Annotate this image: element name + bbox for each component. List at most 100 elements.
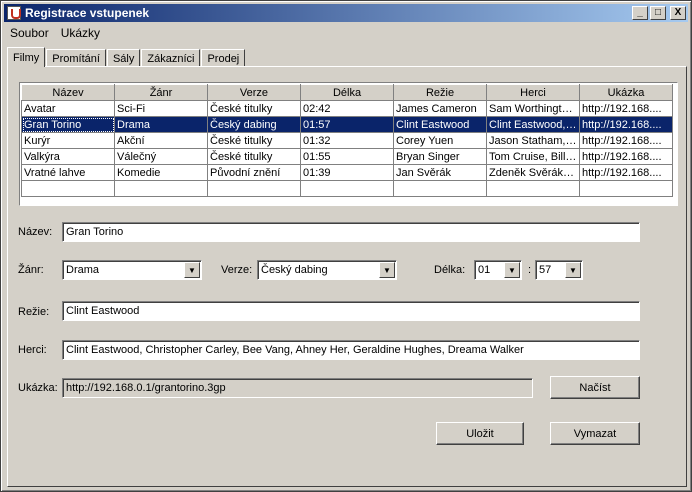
column-header-ukazka[interactable]: Ukázka — [579, 84, 673, 101]
table-cell[interactable]: 01:55 — [300, 148, 394, 165]
table-cell[interactable]: Zdeněk Svěrák, ... — [486, 164, 580, 181]
version-combo[interactable]: Český dabing ▼ — [257, 260, 397, 280]
tab-filmy[interactable]: Filmy — [7, 47, 46, 67]
tab-prodej[interactable]: Prodej — [201, 49, 246, 67]
length-hours-value: 01 — [478, 264, 491, 276]
genre-combo[interactable]: Drama ▼ — [62, 260, 202, 280]
app-window: Registrace vstupenek _ □ X Soubor Ukázky… — [0, 0, 692, 492]
table-cell[interactable]: Jason Statham, ... — [486, 132, 580, 149]
save-button[interactable]: Uložit — [436, 422, 524, 445]
table-cell[interactable] — [21, 180, 115, 197]
table-cell[interactable]: Clint Eastwood, ... — [486, 116, 580, 133]
menu-bar: Soubor Ukázky — [4, 23, 106, 42]
name-label: Název: — [18, 226, 53, 238]
minimize-button[interactable]: _ — [632, 6, 648, 20]
table-cell[interactable]: Vratné lahve — [21, 164, 115, 181]
column-header-herci[interactable]: Herci — [486, 84, 580, 101]
table-cell[interactable]: Původní znění — [207, 164, 301, 181]
table-cell[interactable]: James Cameron — [393, 100, 487, 117]
name-field[interactable]: Gran Torino — [62, 222, 640, 242]
table-cell[interactable]: Clint Eastwood — [393, 116, 487, 133]
trailer-label: Ukázka: — [18, 382, 58, 394]
actors-field[interactable]: Clint Eastwood, Christopher Carley, Bee … — [62, 340, 640, 360]
table-cell[interactable] — [300, 180, 394, 197]
tab-promitani[interactable]: Promítání — [46, 49, 106, 67]
table-cell[interactable]: Sam Worthington... — [486, 100, 580, 117]
table-cell[interactable]: Válečný — [114, 148, 208, 165]
length-label: Délka: — [434, 264, 466, 276]
director-label: Režie: — [18, 306, 50, 318]
table-cell[interactable]: Akční — [114, 132, 208, 149]
menu-ukazky[interactable]: Ukázky — [55, 26, 106, 40]
maximize-button[interactable]: □ — [650, 6, 666, 20]
close-button[interactable]: X — [670, 6, 686, 20]
column-header-rezie[interactable]: Režie — [393, 84, 487, 101]
films-table: Název Žánr Verze Délka Režie Herci Ukázk… — [21, 84, 673, 197]
table-cell[interactable]: Gran Torino — [21, 116, 115, 133]
tab-zakaznici[interactable]: Zákazníci — [141, 49, 201, 67]
director-field[interactable]: Clint Eastwood — [62, 301, 640, 321]
table-cell[interactable]: Český dabing — [207, 116, 301, 133]
actors-label: Herci: — [18, 344, 47, 356]
films-panel: Název Žánr Verze Délka Režie Herci Ukázk… — [7, 66, 687, 487]
table-cell[interactable]: http://192.168.... — [579, 116, 673, 133]
table-row[interactable]: Kurýr Akční České titulky 01:32 Corey Yu… — [21, 132, 673, 149]
table-row[interactable]: Avatar Sci-Fi České titulky 02:42 James … — [21, 100, 673, 117]
chevron-down-icon[interactable]: ▼ — [184, 262, 200, 278]
chevron-down-icon[interactable]: ▼ — [379, 262, 395, 278]
table-cell[interactable] — [393, 180, 487, 197]
version-label: Verze: — [221, 264, 253, 276]
column-header-nazev[interactable]: Název — [21, 84, 115, 101]
menu-soubor[interactable]: Soubor — [4, 26, 55, 40]
column-header-delka[interactable]: Délka — [300, 84, 394, 101]
table-cell[interactable]: Drama — [114, 116, 208, 133]
tab-strip: Filmy Promítání Sály Zákazníci Prodej — [7, 47, 246, 67]
genre-label: Žánr: — [18, 264, 44, 276]
table-cell[interactable]: České titulky — [207, 100, 301, 117]
table-cell[interactable] — [486, 180, 580, 197]
table-cell[interactable]: http://192.168.... — [579, 132, 673, 149]
table-row-empty[interactable] — [21, 180, 673, 197]
clear-button[interactable]: Vymazat — [550, 422, 640, 445]
table-cell[interactable]: Avatar — [21, 100, 115, 117]
title-bar[interactable]: Registrace vstupenek _ □ X — [4, 4, 688, 22]
table-header-row: Název Žánr Verze Délka Režie Herci Ukázk… — [21, 84, 673, 101]
genre-value: Drama — [66, 264, 100, 276]
table-cell[interactable]: http://192.168.... — [579, 164, 673, 181]
table-row-selected[interactable]: Gran Torino Drama Český dabing 01:57 Cli… — [21, 116, 673, 133]
chevron-down-icon[interactable]: ▼ — [565, 262, 581, 278]
table-cell[interactable]: Kurýr — [21, 132, 115, 149]
length-hours-combo[interactable]: 01 ▼ — [474, 260, 522, 280]
table-cell[interactable]: 02:42 — [300, 100, 394, 117]
table-cell[interactable]: 01:32 — [300, 132, 394, 149]
load-button[interactable]: Načíst — [550, 376, 640, 399]
tab-saly[interactable]: Sály — [106, 49, 141, 67]
table-cell[interactable]: 01:39 — [300, 164, 394, 181]
table-cell[interactable] — [207, 180, 301, 197]
column-header-verze[interactable]: Verze — [207, 84, 301, 101]
table-cell[interactable]: http://192.168.... — [579, 100, 673, 117]
java-cup-icon — [7, 6, 21, 20]
table-row[interactable]: Vratné lahve Komedie Původní znění 01:39… — [21, 164, 673, 181]
table-cell[interactable]: Bryan Singer — [393, 148, 487, 165]
table-cell[interactable]: České titulky — [207, 148, 301, 165]
table-cell[interactable]: Sci-Fi — [114, 100, 208, 117]
trailer-field[interactable]: http://192.168.0.1/grantorino.3gp — [62, 378, 533, 398]
column-header-zanr[interactable]: Žánr — [114, 84, 208, 101]
chevron-down-icon[interactable]: ▼ — [504, 262, 520, 278]
length-separator: : — [528, 264, 532, 276]
table-row[interactable]: Valkýra Válečný České titulky 01:55 Brya… — [21, 148, 673, 165]
films-table-scroll: Název Žánr Verze Délka Režie Herci Ukázk… — [19, 82, 678, 206]
table-cell[interactable] — [114, 180, 208, 197]
table-cell[interactable] — [579, 180, 673, 197]
table-cell[interactable]: 01:57 — [300, 116, 394, 133]
version-value: Český dabing — [261, 264, 328, 276]
table-cell[interactable]: Corey Yuen — [393, 132, 487, 149]
table-cell[interactable]: České titulky — [207, 132, 301, 149]
table-cell[interactable]: Jan Svěrák — [393, 164, 487, 181]
table-cell[interactable]: Tom Cruise, Bill ... — [486, 148, 580, 165]
table-cell[interactable]: http://192.168.... — [579, 148, 673, 165]
length-minutes-combo[interactable]: 57 ▼ — [535, 260, 583, 280]
table-cell[interactable]: Valkýra — [21, 148, 115, 165]
table-cell[interactable]: Komedie — [114, 164, 208, 181]
